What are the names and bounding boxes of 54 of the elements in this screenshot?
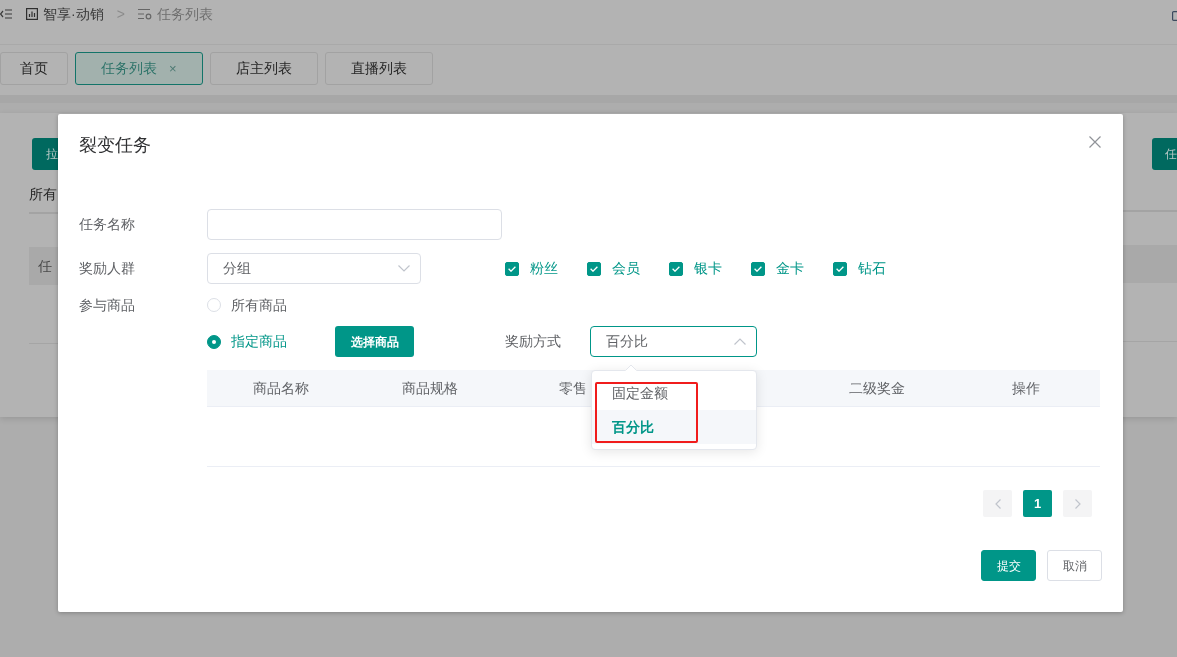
list-gear-icon: [137, 8, 152, 20]
group-select[interactable]: 分组: [207, 253, 421, 284]
checkbox[interactable]: [587, 261, 601, 276]
bar-chart-icon: [26, 8, 38, 20]
menu-fold-icon[interactable]: [0, 8, 12, 20]
column-header: 商品名称: [253, 378, 310, 398]
choose-products-button[interactable]: 选择商品: [335, 326, 414, 357]
check-icon: [754, 265, 762, 272]
breadcrumb-item[interactable]: 智享·动销: [43, 4, 104, 24]
text-input[interactable]: [207, 209, 502, 240]
dropdown-option[interactable]: 百分比: [592, 410, 756, 444]
checkbox[interactable]: [833, 261, 847, 276]
breadcrumb-separator: >: [116, 5, 125, 24]
field-label: 任务名称: [79, 215, 136, 234]
check-icon: [672, 265, 680, 272]
column-header: 商品规格: [402, 378, 459, 398]
close-icon[interactable]: [1089, 136, 1101, 148]
field-label: 奖励人群: [79, 259, 136, 278]
column-header: 操作: [1011, 378, 1040, 398]
checkbox[interactable]: [669, 261, 683, 276]
chevron-down-icon: [398, 265, 410, 272]
page-button[interactable]: 1: [1023, 490, 1052, 517]
page-tab[interactable]: 直播列表: [324, 52, 433, 85]
column-header: 任: [38, 256, 52, 276]
chevron-left-icon: [994, 498, 1001, 509]
checkbox-label: 会员: [612, 259, 640, 278]
check-icon: [836, 265, 844, 272]
field-label: 参与商品: [79, 297, 135, 313]
dropdown-option[interactable]: 固定金额: [592, 376, 756, 410]
filter-tab[interactable]: 所有: [29, 184, 58, 204]
checkbox[interactable]: [751, 261, 765, 276]
action-button[interactable]: 拉: [32, 138, 58, 170]
chevron-right-icon: [1074, 498, 1081, 509]
action-button[interactable]: 任: [1152, 138, 1177, 170]
radio-label: 所有商品: [231, 295, 287, 315]
column-header: 零售: [558, 378, 587, 398]
checkbox-label: 钻石: [858, 259, 886, 278]
checkbox-label: 粉丝: [530, 259, 558, 278]
radio-label: 指定商品: [231, 332, 287, 351]
checkbox[interactable]: [505, 261, 519, 276]
check-icon: [508, 265, 516, 272]
column-header: 二级奖金: [848, 378, 905, 398]
dialog-title: 裂变任务: [79, 134, 151, 157]
field-label: 奖励方式: [505, 332, 562, 351]
submit-button[interactable]: 提交: [981, 550, 1036, 581]
cancel-button[interactable]: 取消: [1047, 550, 1102, 581]
radio-button[interactable]: [207, 334, 221, 349]
check-icon: [590, 265, 598, 272]
page-tab[interactable]: 首页: [0, 52, 68, 85]
reward-mode-select[interactable]: 百分比: [590, 326, 757, 357]
page-tab[interactable]: 店主列表: [209, 52, 318, 85]
checkbox-label: 金卡: [776, 259, 804, 278]
checkbox-label: 银卡: [694, 259, 722, 278]
chevron-up-icon: [734, 338, 746, 345]
